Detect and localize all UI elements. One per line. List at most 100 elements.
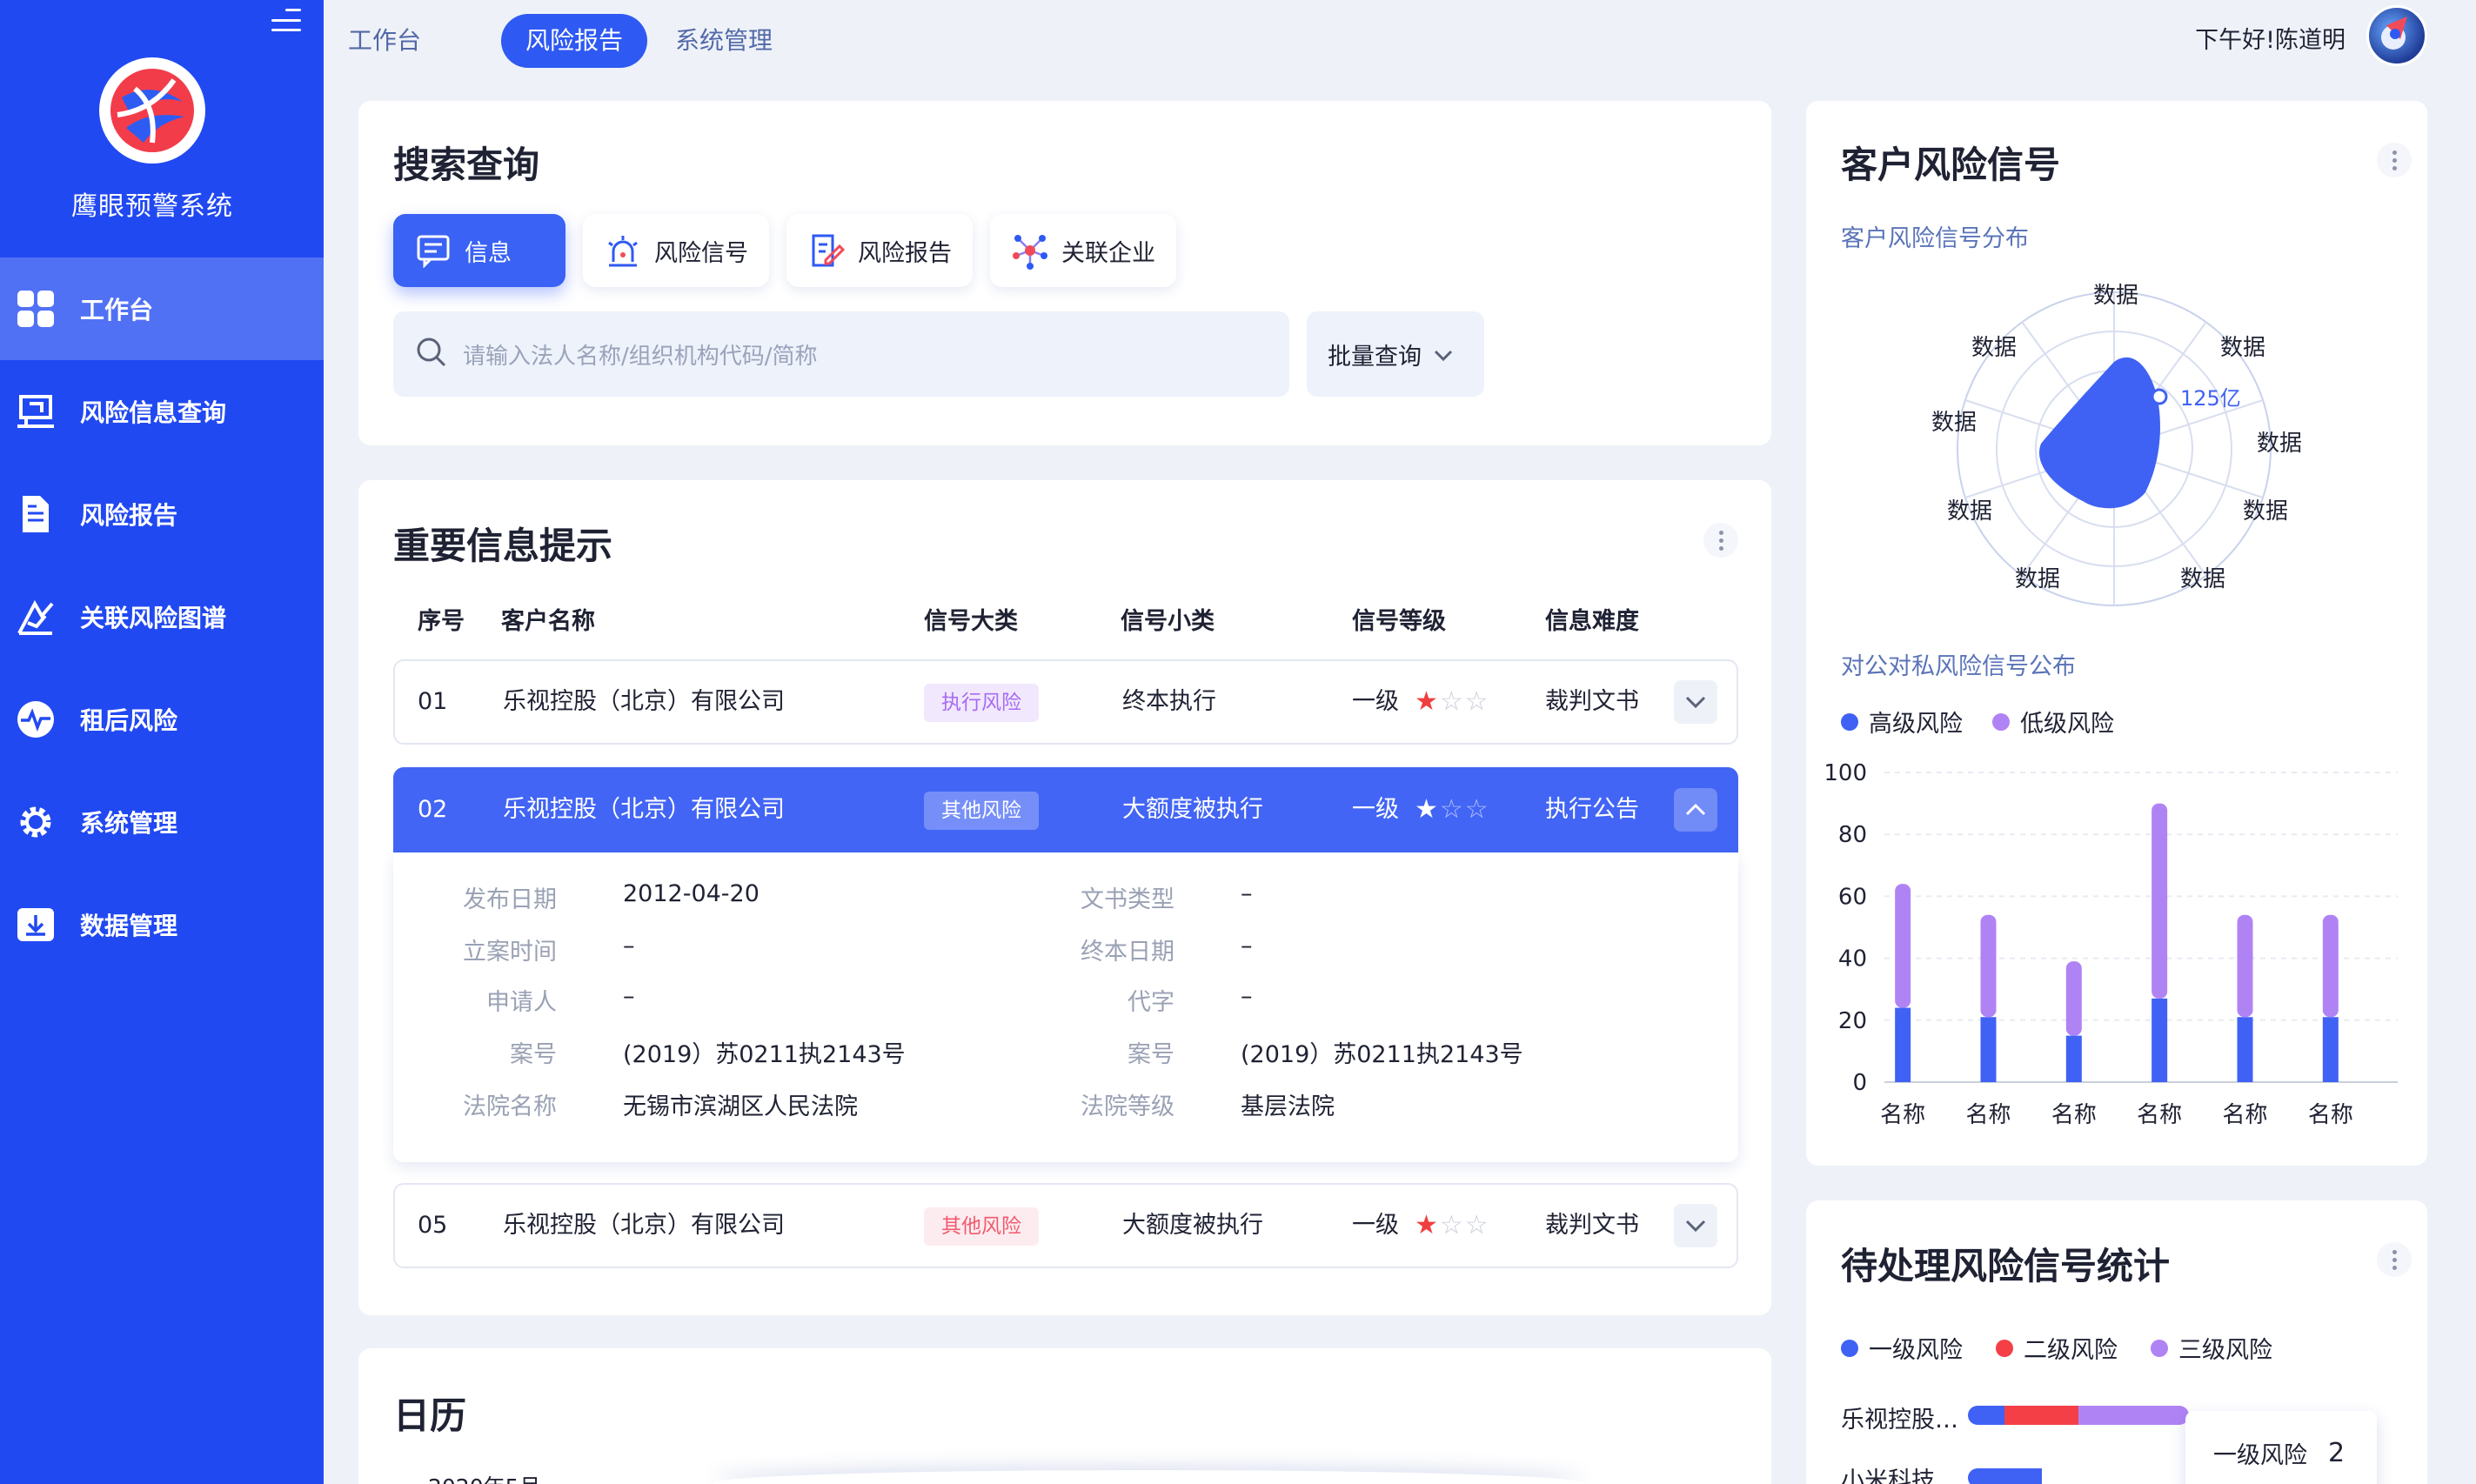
chip-label: 信息 bbox=[465, 239, 512, 267]
menu-toggle-icon[interactable] bbox=[271, 9, 301, 31]
nav-item-workbench[interactable]: 工作台 bbox=[0, 257, 324, 360]
tooltip-label: 一级风险 bbox=[2213, 1441, 2307, 1469]
bar-segment-low bbox=[1980, 914, 1997, 1018]
x-tick-label: 名称 bbox=[1965, 1102, 2011, 1128]
y-tick-label: 0 bbox=[1852, 1070, 1867, 1096]
y-tick-label: 100 bbox=[1824, 760, 1867, 786]
user-greeting: 下午好!陈道明 bbox=[2195, 27, 2346, 54]
document-icon bbox=[14, 492, 57, 536]
bar-segment-high bbox=[2151, 998, 2168, 1082]
more-options-icon[interactable] bbox=[2377, 143, 2412, 177]
x-tick-label: 名称 bbox=[2051, 1102, 2097, 1128]
radar-axis-label: 数据 bbox=[2093, 283, 2138, 309]
row-customer: 乐视控股（北京）有限公司 bbox=[503, 796, 785, 823]
radar-value-label: 125亿 bbox=[2180, 386, 2241, 411]
pending-bar-row bbox=[1968, 1468, 2189, 1484]
legend-dot bbox=[1992, 712, 2010, 731]
nav-item-system-admin[interactable]: 系统管理 bbox=[0, 771, 324, 873]
collapse-row-button[interactable] bbox=[1674, 788, 1717, 832]
chip-label: 风险报告 bbox=[858, 239, 952, 267]
radar-area bbox=[2039, 357, 2160, 509]
hbar-label: 小米科技… bbox=[1841, 1467, 1958, 1484]
chip-info[interactable]: 信息 bbox=[393, 214, 565, 287]
nav-item-data-admin[interactable]: 数据管理 bbox=[0, 873, 324, 976]
message-icon bbox=[414, 231, 452, 270]
nav-item-relation-graph[interactable]: 关联风险图谱 bbox=[0, 565, 324, 668]
search-input[interactable]: 请输入法人名称/组织机构代码/简称 bbox=[393, 311, 1289, 397]
chip-risk-report[interactable]: 风险报告 bbox=[786, 214, 973, 287]
nav-label: 风险报告 bbox=[80, 501, 178, 530]
detail-label: 发布日期 bbox=[463, 886, 557, 913]
tab-system-admin[interactable]: 系统管理 bbox=[651, 14, 797, 68]
legend-low-risk: 低级风险 bbox=[1992, 705, 2114, 739]
table-row[interactable]: 01 乐视控股（北京）有限公司 执行风险 终本执行 一级 ★☆☆ 裁判文书 bbox=[393, 659, 1738, 745]
table-row[interactable]: 05 乐视控股（北京）有限公司 其他风险 大额度被执行 一级 ★☆☆ 裁判文书 bbox=[393, 1183, 1738, 1268]
tab-risk-report[interactable]: 风险报告 bbox=[501, 14, 648, 68]
radar-title: 客户风险信号分布 bbox=[1841, 225, 2029, 252]
pending-title: 待处理风险信号统计 bbox=[1841, 1245, 2171, 1287]
row-no: 05 bbox=[418, 1212, 448, 1239]
bar-segment-low bbox=[2151, 803, 2168, 999]
batch-query-dropdown[interactable]: 批量查询 bbox=[1307, 311, 1484, 397]
detail-label: 代字 bbox=[1128, 989, 1174, 1016]
expand-row-button[interactable] bbox=[1674, 680, 1717, 724]
detail-value: – bbox=[1241, 880, 1253, 907]
calendar-month: 2020年5月 bbox=[428, 1470, 541, 1484]
x-tick-label: 名称 bbox=[2137, 1102, 2182, 1128]
legend-label: 低级风险 bbox=[2020, 711, 2114, 738]
pending-bar-segment bbox=[1968, 1406, 2005, 1425]
detail-value: 无锡市滨湖区人民法院 bbox=[623, 1093, 858, 1120]
radar-point bbox=[2151, 388, 2168, 405]
hbar-label: 乐视控股… bbox=[1841, 1407, 1958, 1434]
pending-bar-segment bbox=[1968, 1468, 2042, 1484]
bar-segment-high bbox=[2237, 1017, 2253, 1082]
chart-tooltip: 一级风险 2 bbox=[2185, 1411, 2377, 1484]
legend-dot bbox=[1841, 1339, 1858, 1357]
detail-label: 法院等级 bbox=[1081, 1093, 1174, 1120]
status-badge: 其他风险 bbox=[924, 1207, 1039, 1246]
nav-item-post-lease-risk[interactable]: 租后风险 bbox=[0, 668, 324, 771]
grid-icon bbox=[14, 287, 57, 331]
nav-label: 工作台 bbox=[80, 296, 154, 324]
table-row-selected[interactable]: 02 乐视控股（北京）有限公司 其他风险 大额度被执行 一级 ★☆☆ 执行公告 bbox=[393, 767, 1738, 852]
status-badge: 其他风险 bbox=[924, 792, 1039, 830]
tab-workbench[interactable]: 工作台 bbox=[324, 14, 445, 68]
radar-axis-label: 数据 bbox=[2180, 566, 2225, 592]
edit-report-icon bbox=[807, 231, 846, 270]
chevron-down-icon bbox=[1685, 1220, 1706, 1232]
star-rating: ★☆☆ bbox=[1415, 1210, 1490, 1240]
data-icon bbox=[14, 903, 57, 946]
x-tick-label: 名称 bbox=[2308, 1102, 2353, 1128]
chip-label: 关联企业 bbox=[1061, 239, 1155, 267]
more-options-icon[interactable] bbox=[1703, 523, 1738, 558]
pending-bar-segment bbox=[2004, 1406, 2078, 1425]
radar-axis-label: 数据 bbox=[1931, 410, 1977, 436]
detail-value: 基层法院 bbox=[1241, 1093, 1335, 1120]
detail-value: – bbox=[623, 983, 635, 1010]
nav-item-risk-report[interactable]: 风险报告 bbox=[0, 463, 324, 565]
bar-segment-high bbox=[2065, 1035, 2082, 1082]
radar-axis-label: 数据 bbox=[2257, 431, 2302, 457]
avatar[interactable] bbox=[2366, 5, 2427, 66]
chevron-up-icon bbox=[1685, 804, 1706, 816]
nav-label: 租后风险 bbox=[80, 706, 178, 735]
legend-dot bbox=[2151, 1339, 2168, 1357]
chip-risk-signal[interactable]: 风险信号 bbox=[583, 214, 769, 287]
x-tick-label: 名称 bbox=[2222, 1102, 2267, 1128]
legend-label: 二级风险 bbox=[2024, 1337, 2118, 1364]
legend-high-risk: 高级风险 bbox=[1841, 705, 1963, 739]
brand-name: 鹰眼预警系统 bbox=[71, 191, 233, 222]
row-customer: 乐视控股（北京）有限公司 bbox=[503, 1212, 785, 1239]
expand-row-button[interactable] bbox=[1674, 1204, 1717, 1247]
nav-item-risk-query[interactable]: 风险信息查询 bbox=[0, 360, 324, 463]
star-rating: ★☆☆ bbox=[1415, 794, 1490, 825]
col-header-subcategory: 信号小类 bbox=[1121, 608, 1215, 635]
chip-related-company[interactable]: 关联企业 bbox=[990, 214, 1176, 287]
row-customer: 乐视控股（北京）有限公司 bbox=[503, 688, 785, 715]
more-options-icon[interactable] bbox=[2377, 1242, 2412, 1277]
bar-segment-low bbox=[1895, 884, 1911, 1008]
search-title: 搜索查询 bbox=[393, 144, 540, 186]
batch-query-label: 批量查询 bbox=[1328, 343, 1422, 371]
top-bar: 工作台 风险报告 系统管理 下午好!陈道明 bbox=[324, 0, 2476, 78]
search-placeholder: 请输入法人名称/组织机构代码/简称 bbox=[463, 343, 818, 370]
